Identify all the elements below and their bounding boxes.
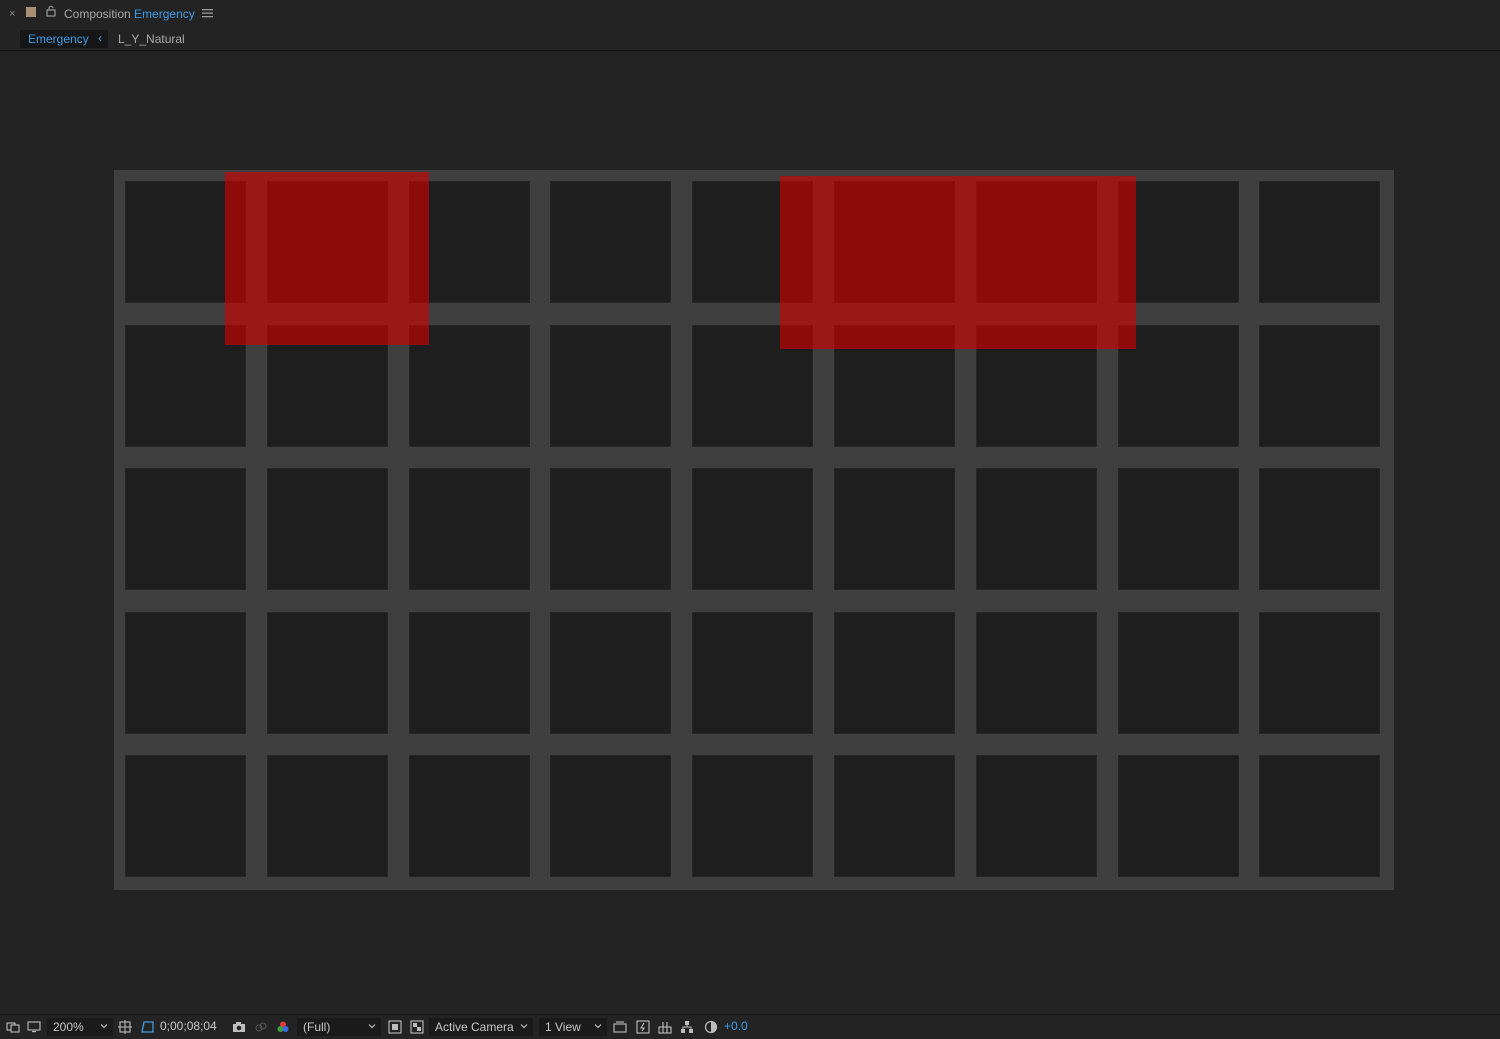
grid-tile [1118,755,1239,877]
timeline-button[interactable] [658,1015,672,1039]
panel-title-prefix: Composition [64,7,131,21]
toggle-mask-visibility-button[interactable] [141,1015,155,1039]
flowchart-button[interactable] [680,1015,694,1039]
grid-tile [976,612,1097,734]
camera-dropdown[interactable]: Active Camera [429,1018,533,1036]
flowchart-icon [681,1021,693,1033]
reset-exposure-button[interactable] [704,1015,718,1039]
lock-icon[interactable] [45,5,57,17]
grid-tile [267,612,388,734]
composition-panel-header: × Composition Emergency [0,0,1500,28]
grid-tile [1259,612,1380,734]
take-snapshot-button[interactable] [232,1015,246,1039]
camera-icon [233,1022,245,1032]
transparency-grid-button[interactable] [410,1015,424,1039]
grid-tile [409,612,530,734]
grid-tile [1259,325,1380,447]
grid-tile [1259,755,1380,877]
timeline-icon [658,1022,672,1034]
always-preview-icon [6,1022,20,1033]
chevron-down-icon [100,1024,108,1029]
grid-tile [834,755,955,877]
grid-tile [1118,181,1239,303]
grid-tile [125,755,246,877]
composition-frame [114,170,1394,890]
grid-tile [550,181,671,303]
grid-tile [834,612,955,734]
grid-tile [125,468,246,590]
grid-tile [1259,468,1380,590]
breadcrumb-active-label: Emergency [28,32,89,46]
grid-tile [409,755,530,877]
grid-tile [1118,468,1239,590]
grid-tile [409,468,530,590]
grid-tile [692,755,813,877]
monitor-preview-toggle[interactable] [27,1015,41,1039]
view-layout-value: 1 View [545,1020,581,1034]
resolution-dropdown[interactable]: (Full) [297,1018,381,1036]
grid-tile [1118,612,1239,734]
chevron-left-icon: ‹ [98,31,102,45]
view-layout-dropdown[interactable]: 1 View [539,1018,607,1036]
safe-margins-icon [118,1020,132,1034]
panel-title: Composition Emergency [64,7,195,21]
exposure-icon [704,1020,718,1034]
grid-tile [692,612,813,734]
chevron-down-icon [594,1024,602,1029]
composition-viewer[interactable] [0,51,1500,1014]
rgb-channels-icon [277,1021,289,1032]
chevron-down-icon [520,1024,528,1029]
current-time-display[interactable]: 0;00;08;04 [160,1019,217,1033]
grid-tile [550,325,671,447]
grid-tile [1259,181,1380,303]
grid-tile [550,468,671,590]
pixel-aspect-icon [613,1021,627,1033]
mask-path-icon [141,1021,154,1033]
breadcrumb-next-comp[interactable]: L_Y_Natural [118,32,185,46]
close-panel-button[interactable]: × [9,8,15,20]
show-channel-button[interactable] [276,1015,290,1039]
grid-tile [834,468,955,590]
red-highlight-layer[interactable] [780,176,1136,349]
grid-tile [976,755,1097,877]
region-of-interest-icon [388,1020,402,1034]
monitor-icon [27,1021,41,1033]
grid-tile [692,468,813,590]
show-snapshot-icon [255,1022,267,1032]
grid-tile [1118,325,1239,447]
grid-tile [267,755,388,877]
resolution-value: (Full) [303,1020,331,1034]
chevron-down-icon [368,1024,376,1029]
grid-tile [976,468,1097,590]
always-preview-toggle[interactable] [6,1015,20,1039]
grid-tile [550,755,671,877]
grid-tile [267,468,388,590]
magnification-dropdown[interactable]: 200% [47,1018,113,1036]
magnification-value: 200% [53,1020,84,1034]
viewer-footer-controls: 200% 0;00;08;04 (Full) Active Camera 1 V… [0,1014,1500,1039]
grid-tile [125,612,246,734]
exposure-value[interactable]: +0.0 [724,1019,748,1033]
red-highlight-layer[interactable] [225,172,429,345]
region-of-interest-button[interactable] [388,1015,402,1039]
show-snapshot-button[interactable] [254,1015,268,1039]
composition-navigator-bar: Emergency ‹ L_Y_Natural [0,28,1500,51]
label-color-swatch[interactable] [26,7,36,17]
safe-margins-button[interactable] [118,1015,132,1039]
breadcrumb-active-comp[interactable]: Emergency ‹ [20,30,108,48]
panel-menu-icon[interactable] [202,8,213,18]
panel-title-comp-name: Emergency [134,7,195,21]
toggle-pixel-aspect-button[interactable] [613,1015,627,1039]
fast-previews-icon [636,1020,650,1034]
camera-value: Active Camera [435,1020,514,1034]
fast-previews-button[interactable] [636,1015,650,1039]
transparency-grid-icon [410,1020,424,1034]
grid-tile [550,612,671,734]
